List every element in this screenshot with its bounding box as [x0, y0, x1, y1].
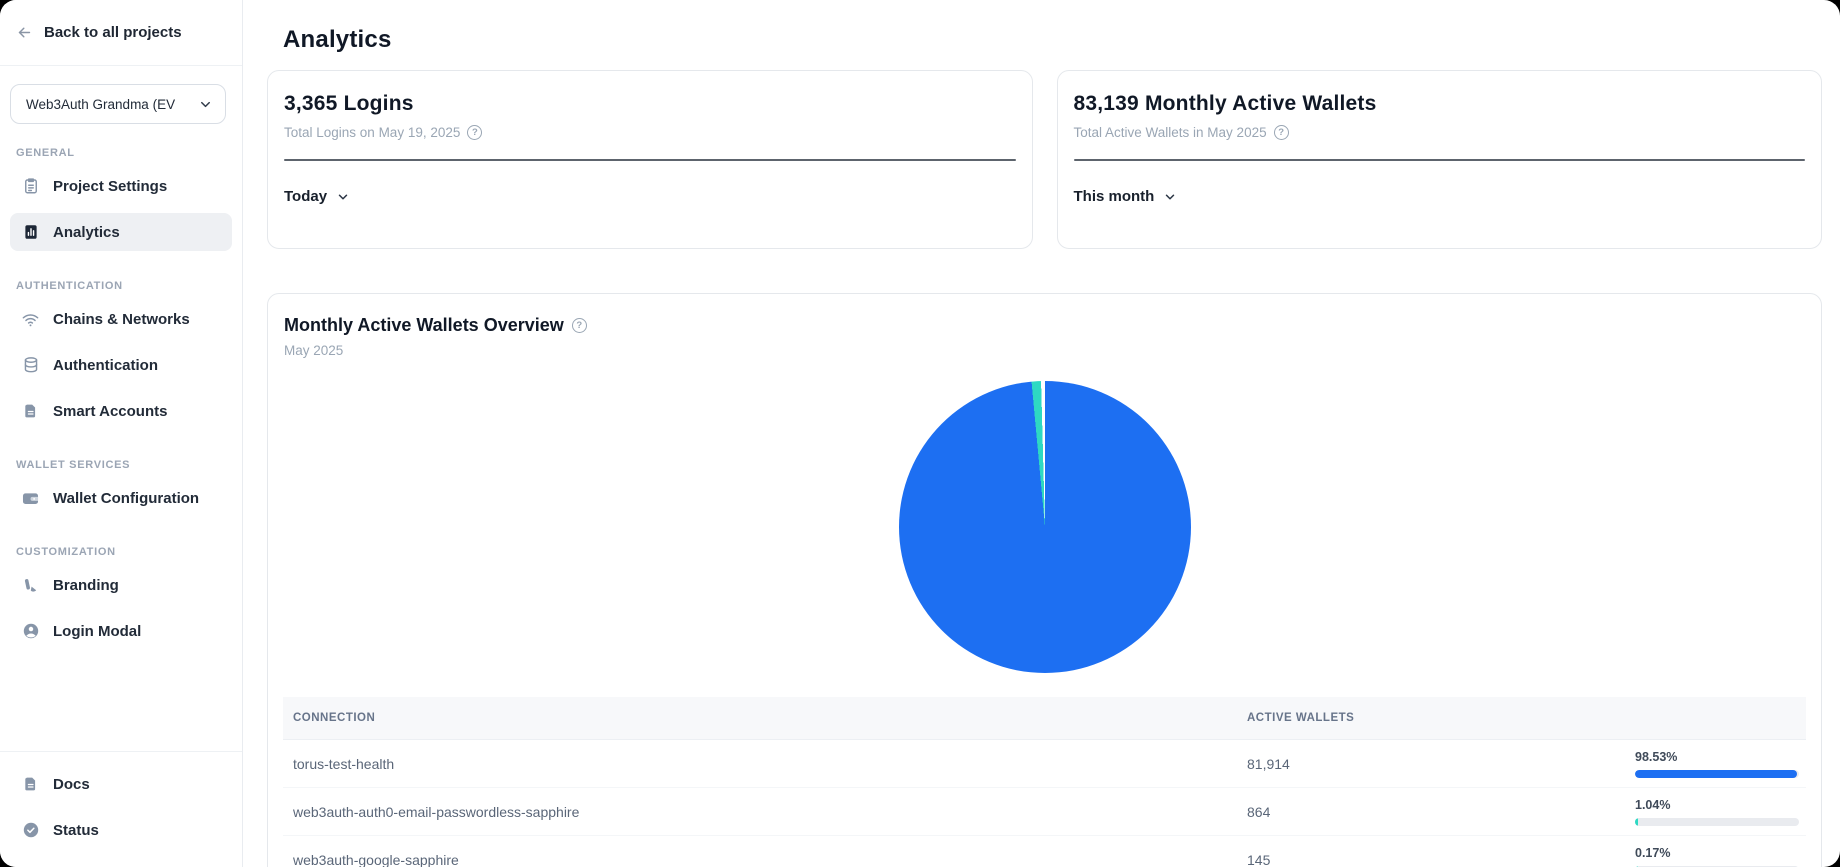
wallets-cell: 145 [1247, 852, 1635, 867]
column-header-connection: CONNECTION [283, 712, 1247, 724]
wallets-cell: 81,914 [1247, 756, 1635, 772]
sidebar: Back to all projects Web3Auth Grandma (E… [0, 0, 243, 867]
active-wallets-range-select[interactable]: This month [1074, 188, 1178, 205]
sidebar-item-label: Project Settings [53, 178, 167, 195]
logins-subtitle: Total Logins on May 19, 2025 [284, 125, 460, 140]
back-to-projects-link[interactable]: Back to all projects [0, 0, 242, 66]
check-circle-icon [21, 821, 40, 839]
sidebar-item-label: Login Modal [53, 623, 141, 640]
active-wallets-stat-card: 83,139 Monthly Active Wallets Total Acti… [1057, 70, 1823, 249]
section-label-wallet-services: WALLET SERVICES [10, 438, 232, 479]
network-signal-icon [21, 310, 40, 329]
percent-label: 0.17% [1635, 846, 1808, 860]
percent-bar-track [1635, 818, 1799, 826]
column-header-active-wallets: ACTIVE WALLETS [1247, 712, 1635, 724]
percent-label: 1.04% [1635, 798, 1808, 812]
sidebar-item-wallet-configuration[interactable]: Wallet Configuration [10, 479, 232, 517]
chevron-down-icon [198, 97, 213, 112]
user-circle-icon [21, 622, 40, 640]
overview-subtitle: May 2025 [284, 343, 1806, 358]
arrow-left-icon [16, 24, 33, 41]
section-label-customization: CUSTOMIZATION [10, 525, 232, 566]
project-selector[interactable]: Web3Auth Grandma (EV [10, 84, 226, 124]
sidebar-item-login-modal[interactable]: Login Modal [10, 612, 232, 650]
logins-range-value: Today [284, 188, 327, 205]
sidebar-item-label: Analytics [53, 224, 120, 241]
pie-chart-area [283, 381, 1806, 673]
sidebar-item-branding[interactable]: Branding [10, 566, 232, 604]
logins-stat-card: 3,365 Logins Total Logins on May 19, 202… [267, 70, 1033, 249]
sidebar-item-smart-accounts[interactable]: Smart Accounts [10, 392, 232, 430]
sidebar-item-label: Wallet Configuration [53, 490, 199, 507]
percent-cell: 98.53% [1635, 750, 1808, 778]
sidebar-item-label: Status [53, 822, 99, 839]
section-label-general: GENERAL [10, 126, 232, 167]
help-icon[interactable]: ? [1274, 125, 1289, 140]
active-wallets-range-value: This month [1074, 188, 1155, 205]
sidebar-item-docs[interactable]: Docs [10, 765, 232, 803]
clipboard-icon [21, 177, 40, 195]
section-label-authentication: AUTHENTICATION [10, 259, 232, 300]
sidebar-footer: Docs Status [0, 751, 242, 867]
sidebar-item-label: Smart Accounts [53, 403, 167, 420]
page-title: Analytics [283, 26, 1822, 54]
sidebar-item-analytics[interactable]: Analytics [10, 213, 232, 251]
app-window: Back to all projects Web3Auth Grandma (E… [0, 0, 1840, 867]
connection-cell: web3auth-google-sapphire [283, 852, 1247, 867]
chevron-down-icon [1163, 190, 1177, 204]
database-icon [21, 356, 40, 374]
percent-bar-track [1635, 770, 1799, 778]
logins-range-select[interactable]: Today [284, 188, 350, 205]
chevron-down-icon [336, 190, 350, 204]
back-to-projects-label: Back to all projects [44, 24, 182, 41]
help-icon[interactable]: ? [467, 125, 482, 140]
percent-label: 98.53% [1635, 750, 1808, 764]
docs-icon [21, 776, 40, 793]
sidebar-item-chains-networks[interactable]: Chains & Networks [10, 300, 232, 338]
active-wallets-headline: 83,139 Monthly Active Wallets [1074, 92, 1806, 116]
stat-cards-row: 3,365 Logins Total Logins on May 19, 202… [267, 70, 1822, 249]
sidebar-item-authentication[interactable]: Authentication [10, 346, 232, 384]
stat-divider [1074, 159, 1806, 161]
stat-divider [284, 159, 1016, 161]
branding-brush-icon [21, 577, 40, 594]
sidebar-nav: GENERAL Project Settings Analytics AUTHE… [0, 124, 242, 658]
table-row: web3auth-auth0-email-passwordless-sapphi… [283, 788, 1806, 836]
percent-bar-fill [1635, 770, 1797, 778]
help-icon[interactable]: ? [572, 318, 587, 333]
main-content: Analytics 3,365 Logins Total Logins on M… [243, 0, 1840, 867]
active-wallets-subtitle: Total Active Wallets in May 2025 [1074, 125, 1267, 140]
percent-cell: 0.17% [1635, 846, 1808, 867]
percent-bar-fill [1635, 818, 1638, 826]
logins-headline: 3,365 Logins [284, 92, 1016, 116]
connection-cell: torus-test-health [283, 756, 1247, 772]
analytics-chart-icon [21, 223, 40, 241]
wallet-icon [21, 489, 40, 508]
percent-cell: 1.04% [1635, 798, 1808, 826]
sidebar-item-label: Branding [53, 577, 119, 594]
sidebar-item-status[interactable]: Status [10, 811, 232, 849]
sidebar-item-label: Authentication [53, 357, 158, 374]
connection-cell: web3auth-auth0-email-passwordless-sapphi… [283, 804, 1247, 820]
overview-title: Monthly Active Wallets Overview [284, 315, 564, 336]
table-row: torus-test-health 81,914 98.53% [283, 740, 1806, 788]
wallets-cell: 864 [1247, 804, 1635, 820]
project-selector-value: Web3Auth Grandma (EV [26, 97, 175, 112]
monthly-active-wallets-overview-card: Monthly Active Wallets Overview ? May 20… [267, 293, 1822, 867]
table-header-row: CONNECTION ACTIVE WALLETS [283, 697, 1806, 740]
connections-table: CONNECTION ACTIVE WALLETS torus-test-hea… [283, 697, 1806, 867]
sidebar-item-label: Docs [53, 776, 90, 793]
table-row: web3auth-google-sapphire 145 0.17% [283, 836, 1806, 867]
document-icon [21, 403, 40, 420]
sidebar-item-label: Chains & Networks [53, 311, 190, 328]
pie-chart[interactable] [899, 381, 1191, 673]
sidebar-item-project-settings[interactable]: Project Settings [10, 167, 232, 205]
